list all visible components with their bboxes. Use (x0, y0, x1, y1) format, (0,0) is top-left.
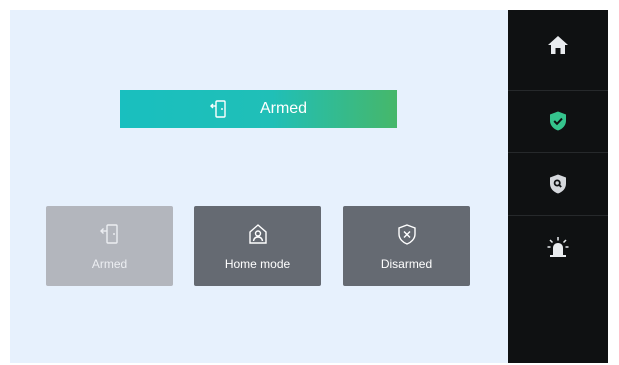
home-mode-label: Home mode (224, 257, 291, 271)
sidebar-item-home[interactable] (508, 14, 608, 76)
home-mode-button[interactable]: Home mode (194, 206, 321, 286)
shield-check-icon (547, 110, 569, 132)
main-panel: Armed Armed Home mode Disarmed (10, 10, 508, 363)
home-icon (547, 34, 569, 56)
status-label: Armed (259, 100, 308, 117)
sidebar-item-alarm[interactable] (508, 216, 608, 278)
door-exit-icon (99, 223, 120, 245)
sidebar-item-security[interactable] (508, 90, 608, 152)
armed-mode-label: Armed (91, 257, 128, 271)
armed-mode-button[interactable]: Armed (46, 206, 173, 286)
alarm-light-icon (547, 236, 569, 258)
sidebar-item-search[interactable] (508, 153, 608, 215)
shield-search-icon (547, 173, 569, 195)
home-person-icon (248, 223, 268, 245)
shield-x-icon (397, 223, 417, 245)
disarmed-mode-button[interactable]: Disarmed (343, 206, 470, 286)
screen: Armed Armed Home mode Disarmed (10, 10, 608, 363)
disarmed-mode-label: Disarmed (380, 257, 433, 271)
sidebar (508, 10, 608, 363)
status-banner: Armed (120, 90, 397, 128)
door-exit-icon (209, 99, 228, 119)
